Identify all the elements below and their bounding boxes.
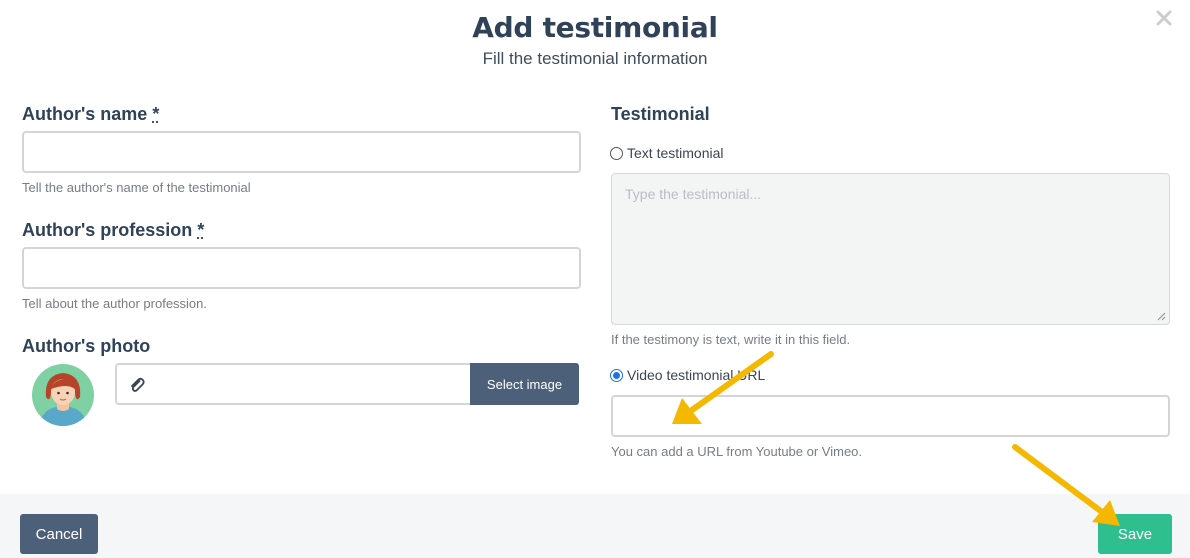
video-testimonial-radio[interactable] bbox=[610, 368, 623, 382]
author-profession-input[interactable] bbox=[22, 247, 581, 289]
photo-file-input[interactable] bbox=[115, 363, 470, 405]
photo-file-picker: Select image bbox=[115, 363, 579, 405]
author-name-input[interactable] bbox=[22, 131, 581, 173]
add-testimonial-modal: Add testimonial Fill the testimonial inf… bbox=[0, 0, 1190, 558]
testimonial-section-label: Testimonial bbox=[611, 104, 710, 124]
author-name-label: Author's name * bbox=[22, 104, 160, 124]
modal-header: Add testimonial Fill the testimonial inf… bbox=[0, 10, 1190, 70]
cancel-button[interactable]: Cancel bbox=[20, 514, 98, 554]
select-image-button[interactable]: Select image bbox=[470, 363, 579, 405]
text-testimonial-option[interactable]: Text testimonial bbox=[610, 145, 723, 161]
video-testimonial-label: Video testimonial URL bbox=[627, 367, 766, 383]
resize-grip-icon[interactable] bbox=[1157, 312, 1166, 321]
video-url-input[interactable] bbox=[611, 395, 1170, 437]
testimonial-textarea-placeholder: Type the testimonial... bbox=[625, 186, 762, 202]
modal-footer: Cancel Save bbox=[0, 494, 1190, 558]
save-button[interactable]: Save bbox=[1098, 514, 1172, 554]
author-photo-label: Author's photo bbox=[22, 336, 151, 356]
required-mark: * bbox=[197, 220, 205, 240]
text-testimonial-radio[interactable] bbox=[610, 146, 623, 160]
text-testimonial-label: Text testimonial bbox=[627, 145, 724, 161]
user-avatar bbox=[31, 363, 95, 427]
author-name-help: Tell the author's name of the testimonia… bbox=[22, 180, 251, 195]
text-testimonial-help: If the testimony is text, write it in th… bbox=[611, 332, 851, 347]
modal-title: Add testimonial bbox=[472, 11, 718, 44]
required-mark: * bbox=[152, 104, 160, 124]
modal-subtitle: Fill the testimonial information bbox=[482, 49, 708, 68]
testimonial-textarea[interactable]: Type the testimonial... bbox=[611, 173, 1170, 325]
author-profession-label: Author's profession * bbox=[22, 220, 205, 240]
author-profession-help: Tell about the author profession. bbox=[22, 296, 208, 311]
paperclip-icon bbox=[131, 377, 145, 392]
video-url-help: You can add a URL from Youtube or Vimeo. bbox=[611, 444, 863, 459]
video-testimonial-option[interactable]: Video testimonial URL bbox=[610, 367, 765, 383]
